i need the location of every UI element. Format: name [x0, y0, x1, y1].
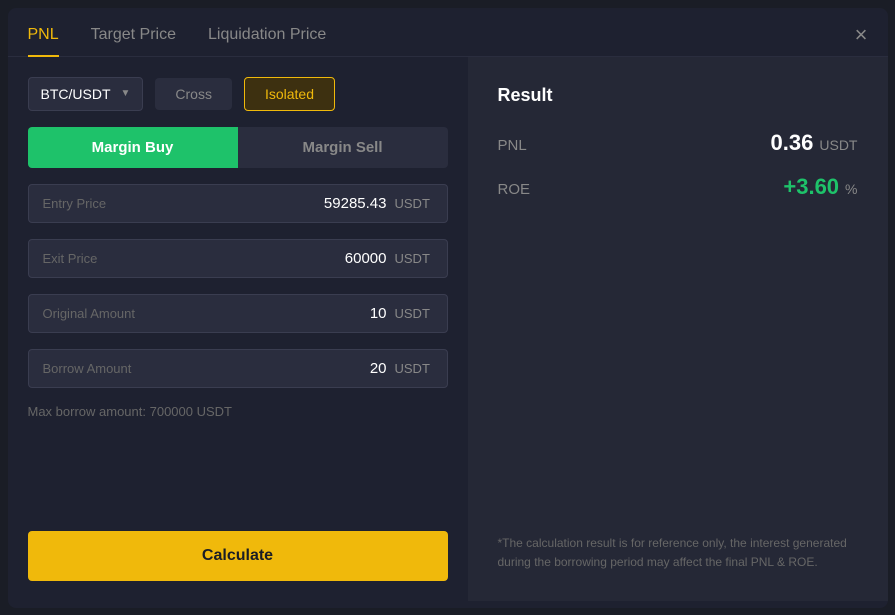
tab-target-price[interactable]: Target Price: [91, 26, 176, 56]
borrow-amount-value-area: USDT: [257, 360, 433, 377]
borrow-amount-input[interactable]: [257, 360, 387, 377]
original-amount-label: Original Amount: [43, 306, 136, 321]
result-title: Result: [498, 85, 858, 106]
tab-liquidation-price[interactable]: Liquidation Price: [208, 26, 326, 56]
borrow-amount-field: Borrow Amount USDT: [28, 349, 448, 388]
isolated-mode-button[interactable]: Isolated: [244, 77, 335, 111]
pair-selector[interactable]: BTC/USDT ▼: [28, 77, 144, 111]
tab-pnl[interactable]: PNL: [28, 26, 59, 56]
margin-sell-button[interactable]: Margin Sell: [238, 127, 448, 168]
pnl-result-row: PNL 0.36 USDT: [498, 130, 858, 156]
pnl-unit: USDT: [819, 137, 857, 153]
close-button[interactable]: ×: [855, 24, 868, 46]
max-borrow-text: Max borrow amount: 700000 USDT: [28, 404, 448, 419]
entry-price-value-area: USDT: [257, 195, 433, 212]
exit-price-label: Exit Price: [43, 251, 98, 266]
exit-price-value-area: USDT: [257, 250, 433, 267]
exit-price-input[interactable]: [257, 250, 387, 267]
cross-mode-button[interactable]: Cross: [155, 78, 232, 110]
roe-label: ROE: [498, 181, 531, 198]
left-panel: BTC/USDT ▼ Cross Isolated Margin Buy Mar…: [8, 57, 468, 601]
original-amount-field: Original Amount USDT: [28, 294, 448, 333]
calculator-modal: × PNL Target Price Liquidation Price BTC…: [8, 8, 888, 608]
exit-price-field: Exit Price USDT: [28, 239, 448, 278]
borrow-amount-unit: USDT: [395, 361, 433, 376]
original-amount-unit: USDT: [395, 306, 433, 321]
borrow-amount-label: Borrow Amount: [43, 361, 132, 376]
entry-price-label: Entry Price: [43, 196, 107, 211]
entry-price-unit: USDT: [395, 196, 433, 211]
entry-price-input[interactable]: [257, 195, 387, 212]
calculate-button[interactable]: Calculate: [28, 531, 448, 581]
roe-result-row: ROE +3.60 %: [498, 174, 858, 200]
original-amount-input[interactable]: [257, 305, 387, 322]
right-panel: Result PNL 0.36 USDT ROE +3.60 % *The ca…: [468, 57, 888, 601]
roe-unit: %: [845, 181, 857, 197]
pnl-label: PNL: [498, 137, 527, 154]
original-amount-value-area: USDT: [257, 305, 433, 322]
main-content: BTC/USDT ▼ Cross Isolated Margin Buy Mar…: [8, 57, 888, 601]
exit-price-unit: USDT: [395, 251, 433, 266]
pair-value: BTC/USDT: [41, 86, 111, 102]
margin-buy-button[interactable]: Margin Buy: [28, 127, 238, 168]
roe-value: +3.60: [783, 174, 839, 200]
pnl-value: 0.36: [771, 130, 814, 156]
pair-mode-row: BTC/USDT ▼ Cross Isolated: [28, 77, 448, 111]
tab-bar: PNL Target Price Liquidation Price: [8, 8, 888, 57]
roe-value-area: +3.60 %: [783, 174, 857, 200]
entry-price-field: Entry Price USDT: [28, 184, 448, 223]
buy-sell-toggle: Margin Buy Margin Sell: [28, 127, 448, 168]
disclaimer-text: *The calculation result is for reference…: [498, 534, 858, 572]
pnl-value-area: 0.36 USDT: [771, 130, 858, 156]
chevron-down-icon: ▼: [121, 88, 131, 99]
